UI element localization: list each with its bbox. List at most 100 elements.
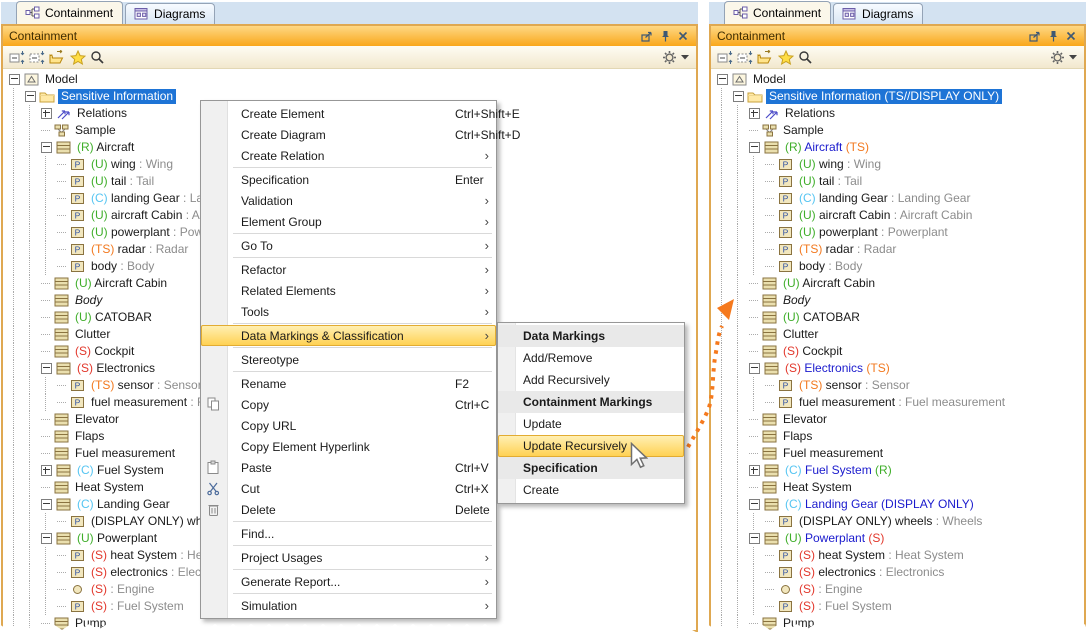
favorites-icon[interactable] (68, 49, 87, 66)
menu-item-tools[interactable]: Tools› (201, 301, 496, 322)
submenu-item-add-remove[interactable]: Add/Remove (498, 347, 684, 369)
collapse-icon[interactable] (41, 363, 52, 374)
collapse-icon[interactable] (41, 142, 52, 153)
close-icon[interactable] (1063, 29, 1078, 43)
collapse-icon[interactable] (9, 74, 20, 85)
collapse-icon[interactable] (749, 142, 760, 153)
settings-gear-icon[interactable] (1048, 49, 1067, 66)
collapse-diagrams-icon[interactable] (28, 49, 47, 66)
menu-item-generate-report[interactable]: Generate Report...› (201, 571, 496, 592)
collapse-diagrams-icon[interactable] (736, 49, 755, 66)
tree-item[interactable]: Sensitive Information (TS//DISPLAY ONLY) (717, 88, 1084, 105)
tree-item[interactable]: Clutter (717, 326, 1084, 343)
tree-item[interactable]: (S) Electronics (TS) (717, 360, 1084, 377)
float-icon[interactable] (639, 29, 654, 43)
tree-item[interactable]: P(U) aircraft Cabin : Aircraft Cabin (717, 207, 1084, 224)
tree-item[interactable]: P(S) heat System : Heat System (717, 547, 1084, 564)
menu-item-create-element[interactable]: Create ElementCtrl+Shift+E (201, 103, 496, 124)
collapse-icon[interactable] (717, 74, 728, 85)
tree-item[interactable]: P(U) wing : Wing (717, 156, 1084, 173)
collapse-icon[interactable] (733, 91, 744, 102)
tab-containment[interactable]: Containment (724, 1, 831, 24)
collapse-all-icon[interactable] (8, 49, 27, 66)
menu-item-paste[interactable]: PasteCtrl+V (201, 457, 496, 478)
settings-gear-icon[interactable] (660, 49, 679, 66)
collapse-icon[interactable] (749, 533, 760, 544)
menu-item-copy-element-hyperlink[interactable]: Copy Element Hyperlink (201, 436, 496, 457)
expand-icon[interactable] (41, 465, 52, 476)
collapse-icon[interactable] (41, 533, 52, 544)
menu-item-copy[interactable]: CopyCtrl+C (201, 394, 496, 415)
menu-item-create-relation[interactable]: Create Relation› (201, 145, 496, 166)
expand-icon[interactable] (749, 108, 760, 119)
menu-item-validation[interactable]: Validation› (201, 190, 496, 211)
menu-item-stereotype[interactable]: Stereotype (201, 349, 496, 370)
tree-item[interactable]: P(U) powerplant : Powerplant (717, 224, 1084, 241)
part-icon: P (777, 243, 793, 257)
tree-item[interactable]: Fuel measurement (717, 445, 1084, 462)
tree-item[interactable]: Heat System (717, 479, 1084, 496)
menu-item-project-usages[interactable]: Project Usages› (201, 547, 496, 568)
tree-item[interactable]: Elevator (717, 411, 1084, 428)
tree-item[interactable]: Relations (717, 105, 1084, 122)
tree-item[interactable]: (C) Landing Gear (DISPLAY ONLY) (717, 496, 1084, 513)
collapse-icon[interactable] (41, 499, 52, 510)
dropdown-caret-icon[interactable] (1068, 49, 1078, 66)
menu-item-related-elements[interactable]: Related Elements› (201, 280, 496, 301)
tree-item[interactable]: Flaps (717, 428, 1084, 445)
tree-item[interactable]: Model (9, 71, 696, 88)
tree-item[interactable]: Pfuel measurement : Fuel measurement (717, 394, 1084, 411)
tree-item[interactable]: P(DISPLAY ONLY) wheels : Wheels (717, 513, 1084, 530)
submenu-item-update-recursively[interactable]: Update Recursively (498, 435, 684, 457)
tree-item[interactable]: Pbody : Body (717, 258, 1084, 275)
tree-item[interactable]: (U) CATOBAR (717, 309, 1084, 326)
tab-diagrams[interactable]: Diagrams (833, 3, 923, 24)
menu-item-specification[interactable]: SpecificationEnter (201, 169, 496, 190)
open-in-containment-tree-icon[interactable] (48, 49, 67, 66)
open-in-containment-tree-icon[interactable] (756, 49, 775, 66)
tree-item[interactable]: Model (717, 71, 1084, 88)
quick-search-icon[interactable] (796, 49, 815, 66)
expand-icon[interactable] (41, 108, 52, 119)
float-icon[interactable] (1027, 29, 1042, 43)
menu-item-find[interactable]: Find... (201, 523, 496, 544)
menu-item-delete[interactable]: DeleteDelete (201, 499, 496, 520)
collapse-icon[interactable] (749, 499, 760, 510)
tree-item[interactable]: P(C) landing Gear : Landing Gear (717, 190, 1084, 207)
tree-item[interactable]: (C) Fuel System (R) (717, 462, 1084, 479)
menu-item-data-markings-classification[interactable]: Data Markings & Classification› (201, 325, 496, 346)
favorites-icon[interactable] (776, 49, 795, 66)
tree-item[interactable]: P(U) tail : Tail (717, 173, 1084, 190)
tab-diagrams[interactable]: Diagrams (125, 3, 215, 24)
menu-item-simulation[interactable]: Simulation› (201, 595, 496, 616)
tree-item[interactable]: (S) Cockpit (717, 343, 1084, 360)
tree-item[interactable]: (R) Aircraft (TS) (717, 139, 1084, 156)
menu-item-element-group[interactable]: Element Group› (201, 211, 496, 232)
tab-containment[interactable]: Containment (16, 1, 123, 24)
menu-item-create-diagram[interactable]: Create DiagramCtrl+Shift+D (201, 124, 496, 145)
tree-item[interactable]: (S) : Engine (717, 581, 1084, 598)
submenu-item-create[interactable]: Create (498, 479, 684, 501)
tree-item[interactable]: (U) Aircraft Cabin (717, 275, 1084, 292)
menu-item-refactor[interactable]: Refactor› (201, 259, 496, 280)
tree-item[interactable]: Body (717, 292, 1084, 309)
pin-icon[interactable] (1045, 29, 1060, 43)
tree-item[interactable]: (U) Powerplant (S) (717, 530, 1084, 547)
tree-item[interactable]: P(S) electronics : Electronics (717, 564, 1084, 581)
collapse-all-icon[interactable] (716, 49, 735, 66)
tree-item[interactable]: P(TS) radar : Radar (717, 241, 1084, 258)
submenu-item-add-recursively[interactable]: Add Recursively (498, 369, 684, 391)
submenu-item-update[interactable]: Update (498, 413, 684, 435)
tree-item[interactable]: P(TS) sensor : Sensor (717, 377, 1084, 394)
menu-item-rename[interactable]: RenameF2 (201, 373, 496, 394)
close-icon[interactable] (675, 29, 690, 43)
menu-item-go-to[interactable]: Go To› (201, 235, 496, 256)
menu-item-cut[interactable]: CutCtrl+X (201, 478, 496, 499)
dropdown-caret-icon[interactable] (680, 49, 690, 66)
pin-icon[interactable] (657, 29, 672, 43)
tree-item[interactable]: P(S) : Fuel System (717, 598, 1084, 615)
menu-item-copy-url[interactable]: Copy URL (201, 415, 496, 436)
quick-search-icon[interactable] (88, 49, 107, 66)
collapse-icon[interactable] (25, 91, 36, 102)
tree-item[interactable]: Sample (717, 122, 1084, 139)
